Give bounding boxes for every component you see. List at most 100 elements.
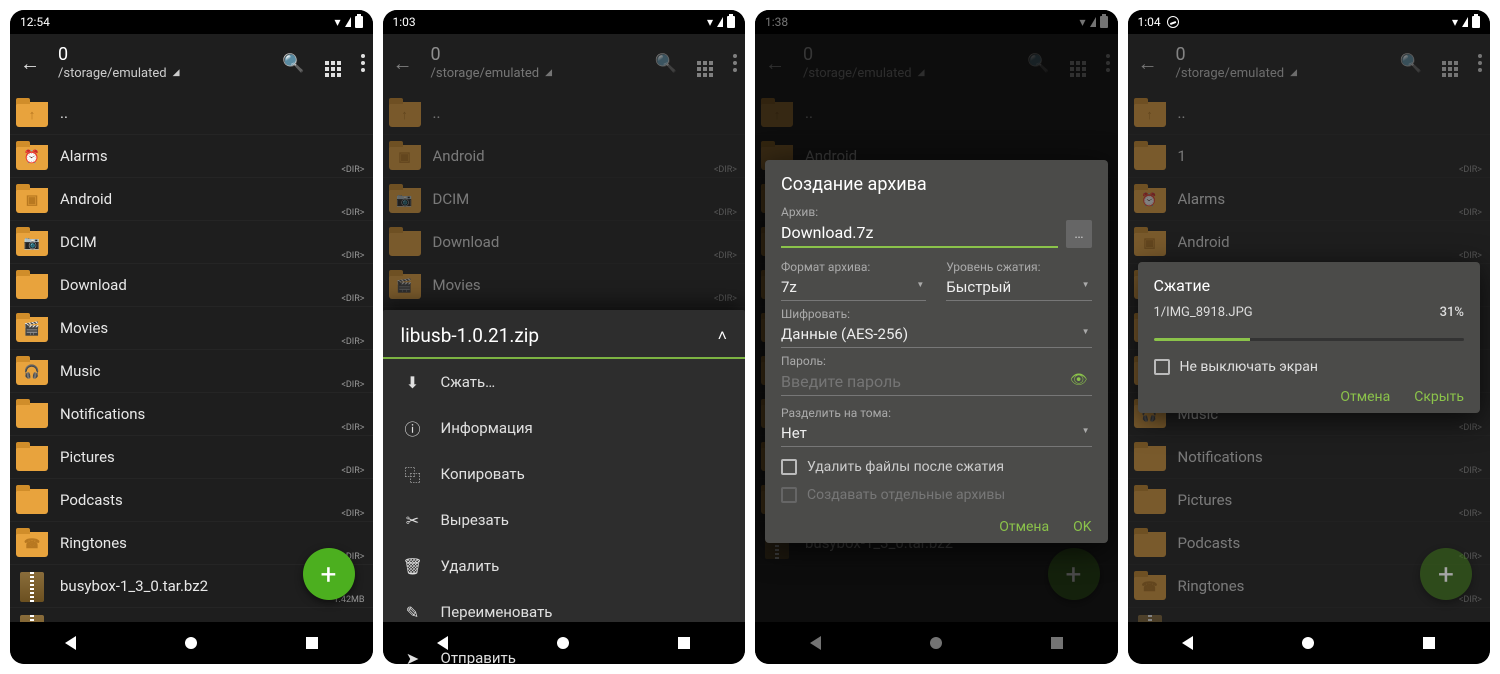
sheet-title: libusb-1.0.21.zip <box>401 324 718 347</box>
nav-back-button[interactable] <box>1182 636 1193 650</box>
folder-icon <box>1134 486 1166 514</box>
password-label: Пароль: <box>781 354 1092 368</box>
sheet-action[interactable]: ✎Переименовать <box>383 589 746 635</box>
folder-icon: ☎ <box>1134 572 1166 600</box>
file-row[interactable]: 🎬Movies<DIR> <box>10 307 373 350</box>
folder-icon <box>16 486 48 514</box>
action-label: Сжать… <box>441 373 496 391</box>
action-icon: ⓘ <box>403 416 423 440</box>
checkbox-icon <box>1154 359 1170 375</box>
show-password-icon[interactable]: 👁 <box>1070 372 1088 388</box>
battery-icon <box>727 16 735 28</box>
folder-icon: ⏰ <box>16 142 48 170</box>
sheet-action[interactable]: ⬇Сжать… <box>383 359 746 405</box>
file-row[interactable]: ↑.. <box>10 92 373 135</box>
cancel-button[interactable]: Отмена <box>1340 389 1390 405</box>
search-button[interactable]: 🔍 <box>282 53 304 74</box>
overflow-menu-button <box>1478 54 1482 72</box>
nav-back-button[interactable] <box>65 636 76 650</box>
file-row: Notifications<DIR> <box>1128 436 1491 479</box>
file-row[interactable]: 📷DCIM<DIR> <box>10 221 373 264</box>
file-list[interactable]: ↑..⏰Alarms<DIR>▣Android<DIR>📷DCIM<DIR>Do… <box>10 92 373 622</box>
toolbar: ← 0 /storage/emulated◢ 🔍 <box>10 34 373 92</box>
file-row[interactable]: Download<DIR> <box>10 264 373 307</box>
nav-recent-button[interactable] <box>1423 637 1435 649</box>
folder-up-icon: ↑ <box>389 99 421 127</box>
file-row: ▣Android<DIR> <box>383 135 746 178</box>
file-row[interactable]: ▣Android<DIR> <box>10 178 373 221</box>
sheet-action[interactable]: ⓘИнформация <box>383 405 746 451</box>
keep-awake-checkbox[interactable]: Не выключать экран <box>1154 359 1465 375</box>
archive-name-input[interactable] <box>781 219 1058 248</box>
toolbar: ← 0 /storage/emulated◢ 🔍 <box>1128 34 1491 92</box>
battery-icon <box>1472 16 1480 28</box>
cancel-button[interactable]: Отмена <box>999 519 1049 535</box>
screen-3: 1:38 ▾ ← 0 /storage/emulated◢ 🔍 ↑..Andro… <box>755 10 1118 664</box>
folder-icon <box>16 443 48 471</box>
toolbar: ← 0 /storage/emulated◢ 🔍 <box>383 34 746 92</box>
ok-button[interactable]: OK <box>1073 519 1091 535</box>
search-button: 🔍 <box>1400 53 1422 74</box>
status-bar: 1:04 ▾ <box>1128 10 1491 34</box>
cell-icon <box>345 17 351 27</box>
nav-recent-button[interactable] <box>306 637 318 649</box>
format-select[interactable]: 7z <box>781 274 926 301</box>
clock: 12:54 <box>20 15 50 29</box>
view-grid-button <box>1442 49 1458 77</box>
path-display[interactable]: 0 /storage/emulated◢ <box>58 44 266 81</box>
file-row[interactable]: Notifications<DIR> <box>10 393 373 436</box>
overflow-menu-button[interactable] <box>733 54 737 72</box>
delete-after-checkbox[interactable]: Удалить файлы после сжатия <box>781 459 1092 475</box>
path-subtitle: /storage/emulated <box>431 66 540 82</box>
overflow-menu-button[interactable] <box>361 54 365 72</box>
view-grid-button[interactable] <box>697 49 713 77</box>
clock: 1:04 <box>1138 15 1161 29</box>
browse-button[interactable]: … <box>1066 220 1091 248</box>
file-name: busybox-1_3_0.tar.bz2 <box>1178 620 1483 622</box>
progress-title: Сжатие <box>1154 276 1465 295</box>
file-meta: <DIR> <box>1459 251 1482 261</box>
level-select[interactable]: Быстрый <box>946 274 1091 301</box>
encrypt-select[interactable]: Данные (AES-256) <box>781 321 1092 348</box>
file-meta: <DIR> <box>341 466 364 476</box>
folder-up-icon: ↑ <box>1134 99 1166 127</box>
sheet-action[interactable]: ✂Вырезать <box>383 497 746 543</box>
nav-home-button[interactable] <box>1302 637 1314 649</box>
file-row[interactable]: Pictures<DIR> <box>10 436 373 479</box>
search-button[interactable]: 🔍 <box>655 53 677 74</box>
file-name: Download <box>433 233 738 251</box>
folder-icon <box>389 228 421 256</box>
folder-up-icon: ↑ <box>16 99 48 127</box>
file-row[interactable]: Podcasts<DIR> <box>10 479 373 522</box>
file-row[interactable]: ZIPlibusb-1.0.21.zip502.34KB <box>10 608 373 622</box>
file-row[interactable]: 🎧Music<DIR> <box>10 350 373 393</box>
back-button[interactable]: ← <box>18 51 42 76</box>
file-meta: <DIR> <box>1459 509 1482 519</box>
file-meta: <DIR> <box>714 208 737 218</box>
hide-button[interactable]: Скрыть <box>1414 389 1464 405</box>
collapse-icon[interactable]: ˄ <box>718 326 727 346</box>
sheet-action[interactable]: 🗑Удалить <box>383 543 746 589</box>
bottom-sheet: libusb-1.0.21.zip ˄ ⬇Сжать…ⓘИнформация⿻К… <box>383 310 746 622</box>
screen-4: 1:04 ▾ ← 0 /storage/emulated◢ 🔍 ↑..1<DIR… <box>1128 10 1491 664</box>
file-name: Android <box>1178 233 1483 251</box>
file-row[interactable]: ⏰Alarms<DIR> <box>10 135 373 178</box>
nav-home-button[interactable] <box>185 637 197 649</box>
sheet-action[interactable]: ⿻Копировать <box>383 451 746 497</box>
file-meta: <DIR> <box>1459 466 1482 476</box>
dropdown-caret-icon: ◢ <box>173 68 180 79</box>
action-icon: ✎ <box>403 603 423 622</box>
sheet-action[interactable]: ➤Отправить <box>383 635 746 664</box>
back-button[interactable]: ← <box>391 51 415 76</box>
create-archive-dialog: Создание архива Архив: … Формат архива: … <box>765 160 1108 543</box>
status-bar: 12:54 ▾ <box>10 10 373 34</box>
folder-icon: 📷 <box>16 228 48 256</box>
file-meta: <DIR> <box>341 509 364 519</box>
file-meta: <DIR> <box>714 294 737 304</box>
split-select[interactable]: Нет <box>781 420 1092 447</box>
path-title: 0 <box>431 44 639 66</box>
fab-add-button[interactable]: + <box>303 548 355 600</box>
view-grid-button[interactable] <box>325 49 341 77</box>
password-input[interactable] <box>781 368 1092 396</box>
clock: 1:03 <box>393 15 416 29</box>
